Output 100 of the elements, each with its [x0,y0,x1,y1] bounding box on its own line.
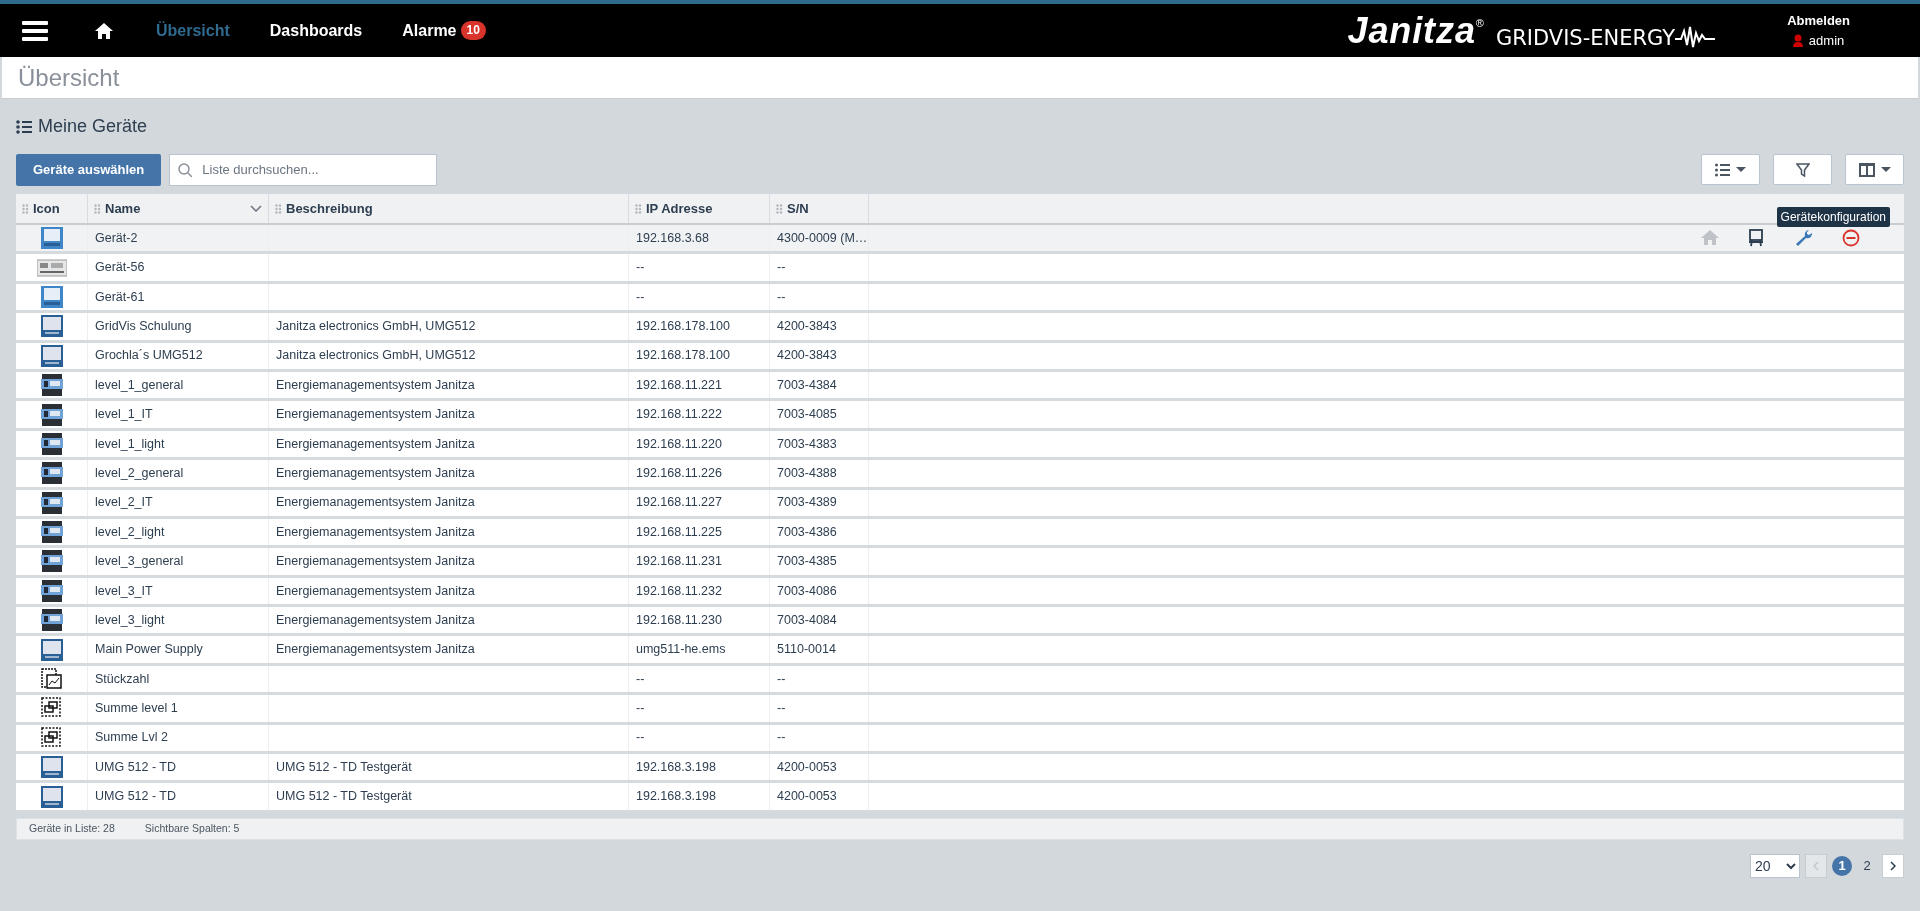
table-row[interactable]: GridVis Schulung Janitza electronics GmbH, UMG512 192.168.178.100 4200-3843 [16,313,1904,343]
table-cell-text: level_3_IT [95,582,153,600]
table-cell-text: 192.168.11.220 [636,435,722,453]
table-cell-text: 7003-4389 [777,494,837,512]
table-cell-text: 192.168.178.100 [636,347,730,365]
device-display-icon [40,638,63,661]
columns-icon [1858,162,1875,177]
table-cell-text: -- [777,288,786,306]
table-cell-text: UMG 512 - TD Testgerät [276,758,412,776]
page-button[interactable]: 2 [1857,855,1877,876]
table-cell-text: level_3_general [95,553,184,571]
table-cell-text: level_1_general [95,376,184,394]
table-cell-text: Energiemanagementsystem Janitza [276,376,475,394]
table-cell-text: Energiemanagementsystem Janitza [276,435,475,453]
columns-button[interactable] [1845,154,1904,185]
table-cell-text: -- [777,729,786,747]
drag-handle-icon [635,203,642,214]
table-cell-text: UMG 512 - TD [95,788,177,806]
virtual-device-icon [40,697,63,720]
table-row[interactable]: Summe level 1 -- -- [16,695,1904,725]
column-header[interactable]: S/N [770,194,869,223]
table-row[interactable]: level_3_general Energiemanagementsystem Janitza 192.168.11.231 7003-4385 [16,548,1904,578]
table-cell-text: 4200-3843 [777,318,837,335]
table-cell-text: 7003-4386 [777,523,837,541]
visible-columns-text: Sichtbare Spalten: 5 [144,820,240,836]
caret-icon [1736,167,1746,172]
table-cell-text: Gerät-2 [95,229,138,247]
table-cell-text: Summe level 1 [95,700,178,718]
table-row[interactable]: level_1_IT Energiemanagementsystem Janitza 192.168.11.222 7003-4085 [16,401,1904,431]
nav-tab[interactable]: Übersicht [156,18,230,43]
virtual-device-icon [40,726,63,749]
search-field[interactable]: Liste durchsuchen... [169,153,438,186]
table-cell-text: -- [777,670,786,688]
menu-icon [22,19,48,42]
table-cell-text: 192.168.11.222 [636,406,722,424]
table-cell-text: -- [636,700,645,718]
page-button[interactable]: 1 [1832,855,1852,876]
table-cell-text: Main Power Supply [95,641,203,659]
table-cell-text: 4200-3843 [777,347,837,365]
tooltip: Gerätekonfiguration [1776,207,1890,227]
logout-link[interactable]: Abmelden [1787,11,1850,31]
table-cell-text: 7003-4384 [777,376,837,394]
next-page-button[interactable] [1882,853,1904,878]
table-cell-text: -- [636,259,645,277]
device-display-icon [40,315,63,338]
column-label: Beschreibung [286,199,373,218]
easel-button[interactable] [1748,229,1766,248]
table-cell-text: 7003-4085 [777,406,837,424]
home-button[interactable] [94,20,114,41]
table-cell-text: level_1_IT [95,406,153,424]
table-row[interactable]: Gerät-56 -- -- [16,254,1904,284]
table-row[interactable]: Main Power Supply Energiemanagementsystem Janitza umg511-he.ems 5110-0014 [16,636,1904,666]
device-display-icon [40,785,63,808]
table-cell-text: Grochla´s UMG512 [95,347,203,365]
column-label: IP Adresse [646,199,713,218]
list-view-button[interactable] [1701,154,1760,185]
remove-button[interactable] [1842,229,1860,248]
device-display-icon [40,756,63,779]
table-row[interactable]: UMG 512 - TD UMG 512 - TD Testgerät 192.168.3.198 4200-0053 [16,783,1904,813]
table-cell-text: UMG 512 - TD [95,758,177,776]
table-cell-text: 192.168.178.100 [636,318,730,335]
table-row[interactable]: level_2_IT Energiemanagementsystem Janitza 192.168.11.227 7003-4389 [16,489,1904,519]
user-name: admin [1808,31,1845,50]
wrench-icon [1795,229,1813,248]
table-row[interactable]: Grochla´s UMG512 Janitza electronics GmbH, UMG512 192.168.178.100 4200-3843 [16,342,1904,372]
chart-icon [40,668,63,691]
column-header[interactable]: Name [88,194,269,223]
chevron-right-icon [1890,860,1896,871]
column-header[interactable]: Icon [16,194,88,223]
column-header[interactable]: Beschreibung [269,194,629,223]
table-cell-text: GridVis Schulung [95,318,192,335]
page-size-select[interactable]: 20 [1750,853,1800,878]
table-cell-text: level_2_IT [95,494,153,512]
column-header[interactable]: IP Adresse [629,194,770,223]
caret-icon [1880,167,1891,172]
table-cell-text: 192.168.11.232 [636,582,722,600]
wrench-button[interactable] [1795,229,1813,248]
nav-tab[interactable]: Dashboards [269,18,363,43]
table-cell-text: 192.168.11.225 [636,523,722,541]
menu-button[interactable] [22,19,48,42]
meter-module-icon [40,403,63,426]
home-icon [1701,229,1719,248]
select-devices-button[interactable]: Geräte auswählen [16,153,162,186]
table-cell-text: Energiemanagementsystem Janitza [276,464,475,482]
table-cell-text: 192.168.11.227 [636,494,722,512]
table-cell-text: Gerät-61 [95,288,145,306]
meter-module-icon [40,374,63,397]
filter-button[interactable] [1773,154,1832,185]
table-cell-text: 7003-4383 [777,435,837,453]
product-name: GRIDVIS-ENERGY [1495,27,1676,49]
table-row[interactable]: level_2_general Energiemanagementsystem Janitza 192.168.11.226 7003-4388 [16,460,1904,490]
table-cell-text: Energiemanagementsystem Janitza [276,406,475,424]
table-cell-text: Energiemanagementsystem Janitza [276,553,475,571]
nav-tab[interactable]: Alarme [402,18,457,43]
table-cell-text: 4300-0009 (M… [777,229,868,247]
table-cell-text: -- [636,670,645,688]
table-cell-text: 7003-4084 [777,611,837,629]
table-cell-text: 192.168.3.68 [636,229,709,247]
registered-mark: ® [1475,15,1484,29]
table-cell-text: 7003-4385 [777,553,837,571]
